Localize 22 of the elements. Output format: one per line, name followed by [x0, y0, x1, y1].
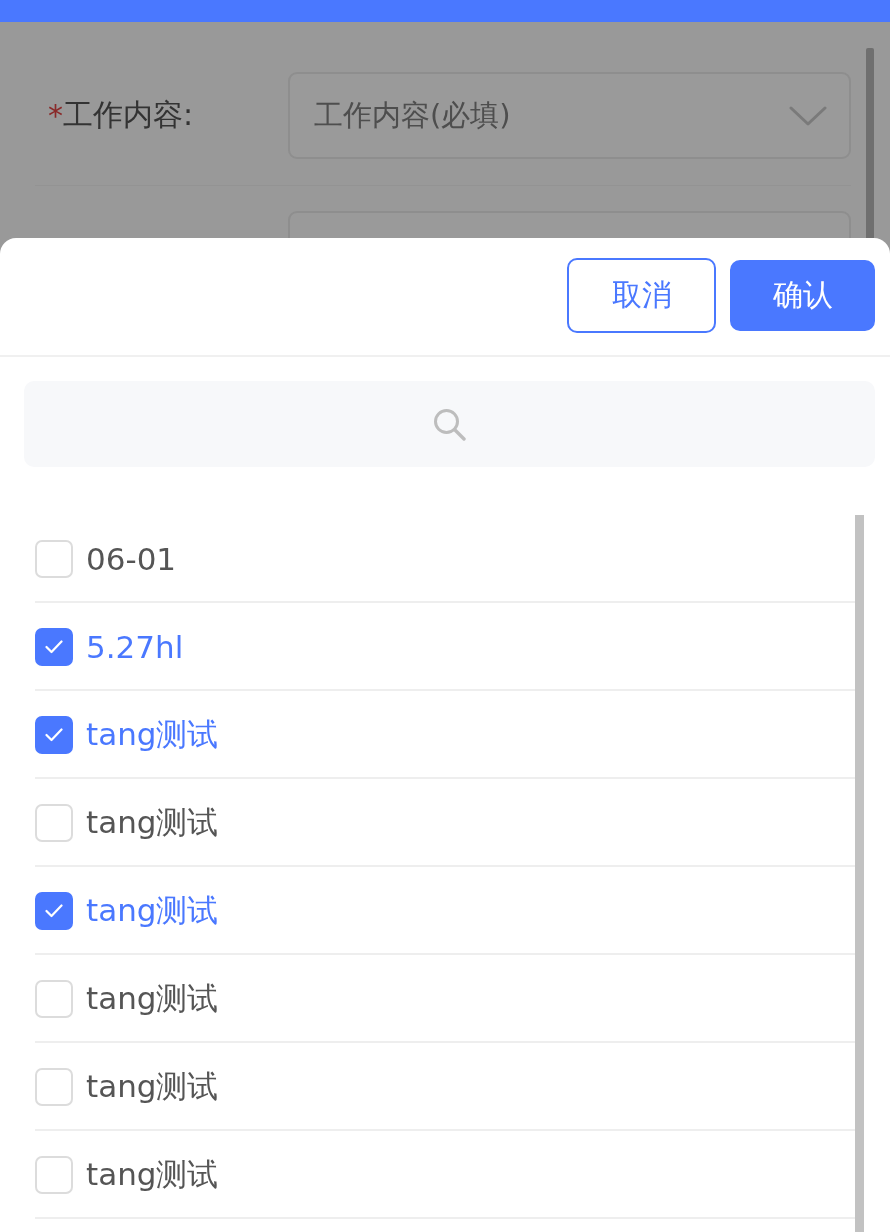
checkbox[interactable]: [35, 628, 73, 666]
checkbox[interactable]: [35, 892, 73, 930]
option-label[interactable]: tang测试: [86, 890, 219, 932]
cancel-button[interactable]: 取消: [567, 258, 716, 333]
confirm-button[interactable]: 确认: [730, 260, 875, 331]
search-field[interactable]: [24, 381, 875, 467]
check-icon: [45, 728, 63, 742]
chevron-down-icon: [789, 105, 827, 126]
checkbox[interactable]: [35, 716, 73, 754]
option-label[interactable]: tang测试: [86, 802, 219, 844]
option-label[interactable]: tang测试: [86, 1154, 219, 1196]
option-label[interactable]: 5.27hl: [86, 629, 184, 665]
check-icon: [45, 640, 63, 654]
field-label: 工作内容:: [63, 96, 194, 134]
select-field[interactable]: 工作内容(必填): [288, 72, 851, 159]
option-label[interactable]: tang测试: [86, 714, 219, 756]
required-mark: *: [48, 98, 63, 133]
check-icon: [45, 904, 63, 918]
option-label[interactable]: tang测试: [86, 1066, 219, 1108]
search-icon: [433, 407, 466, 441]
option-label[interactable]: 06-01: [86, 541, 177, 577]
option-label[interactable]: tang测试: [86, 978, 219, 1020]
